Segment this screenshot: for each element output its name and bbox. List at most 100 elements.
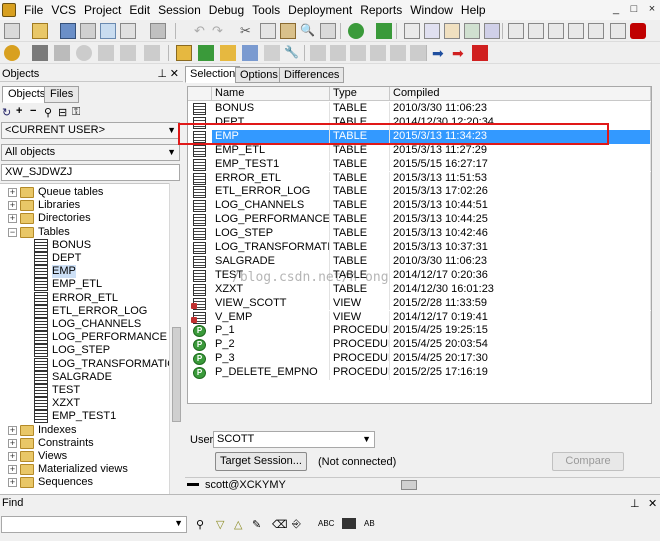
tree-table-item[interactable]: EMP_ETL	[0, 278, 169, 292]
tree-table-item[interactable]: EMP_TEST1	[0, 410, 169, 424]
connection-input[interactable]: XW_SJDWZJ	[1, 164, 180, 181]
user-filter-select[interactable]: <CURRENT USER> ▼	[1, 122, 180, 139]
redo-icon[interactable]: ↷	[212, 23, 228, 39]
key-icon[interactable]	[4, 45, 20, 61]
close-icon[interactable]: ×	[645, 3, 659, 16]
table-row[interactable]: VIEW_SCOTT VIEW 2015/2/28 11:33:59	[188, 296, 651, 311]
column-header-type[interactable]: Type	[330, 87, 390, 101]
table-row[interactable]: LOG_CHANNELS TABLE 2015/3/13 10:44:51	[188, 199, 651, 214]
replace-icon[interactable]	[320, 23, 336, 39]
arrow-right-blue-icon[interactable]: ➡	[432, 45, 448, 61]
wrench-icon[interactable]: 🔧	[284, 45, 300, 61]
pin-icon[interactable]: ⊥	[157, 66, 167, 82]
table-row[interactable]: ETL_ERROR_LOG TABLE 2015/3/13 17:02:26	[188, 185, 651, 200]
object-filter-select[interactable]: All objects ▼	[1, 144, 180, 161]
tile-vertical-icon[interactable]	[568, 23, 584, 39]
tree-folder[interactable]: + Indexes	[0, 424, 169, 437]
tree-table-item[interactable]: EMP	[0, 265, 169, 279]
object-grid[interactable]: Name Type Compiled BONUS TABLE 2010/3/30 1…	[187, 86, 652, 404]
table-row[interactable]: EMP TABLE 2015/3/13 11:34:23	[188, 129, 651, 144]
fetch-icon[interactable]	[76, 45, 92, 61]
table-row[interactable]: V_EMP VIEW 2014/12/17 0:19:41	[188, 310, 651, 325]
find-icon[interactable]: 🔍	[300, 23, 316, 39]
user-select[interactable]: SCOTT ▼	[213, 431, 375, 448]
save-icon[interactable]	[60, 23, 76, 39]
undo-icon[interactable]: ↶	[194, 23, 210, 39]
table-row[interactable]: EMP_ETL TABLE 2015/3/13 11:27:29	[188, 143, 651, 158]
tab-selection[interactable]: Selection	[185, 66, 241, 83]
quoted-option[interactable]: AB	[364, 519, 375, 528]
table-row[interactable]: ERROR_ETL TABLE 2015/3/13 11:51:53	[188, 171, 651, 186]
table-row[interactable]: P P_DELETE_EMPNOPROCEDURE2015/2/25 17:16:…	[188, 366, 651, 380]
menu-session[interactable]: Session	[154, 3, 205, 17]
tree-folder[interactable]: − Tables	[0, 226, 169, 239]
target-session-button[interactable]: Target Session...	[215, 452, 307, 471]
page-setup-icon[interactable]	[120, 23, 136, 39]
tree-table-item[interactable]: LOG_PERFORMANCE	[0, 331, 169, 345]
column-header-compiled[interactable]: Compiled	[390, 87, 651, 101]
table-row[interactable]: TEST TABLE 2014/12/17 0:20:36	[188, 268, 651, 283]
highlight-icon[interactable]: ✎	[252, 518, 261, 531]
bookmark-prev-icon[interactable]	[350, 45, 366, 61]
compare-icon[interactable]	[242, 45, 258, 61]
cascade-icon[interactable]	[528, 23, 544, 39]
open-icon[interactable]	[32, 23, 48, 39]
cut-icon[interactable]: ✂	[240, 23, 256, 39]
menu-window[interactable]: Window	[406, 3, 457, 17]
table-row[interactable]: BONUS TABLE 2010/3/30 11:06:23	[188, 102, 651, 116]
column-header-name[interactable]: Name	[212, 87, 330, 101]
restore-icon[interactable]: □	[627, 3, 641, 16]
menu-reports[interactable]: Reports	[356, 3, 406, 17]
execute-icon[interactable]	[32, 45, 48, 61]
edit-object-icon[interactable]	[404, 23, 420, 39]
tile-icon[interactable]	[548, 23, 564, 39]
tree-folder[interactable]: + Views	[0, 450, 169, 463]
find-prev-icon[interactable]: △	[234, 518, 242, 531]
explain-icon[interactable]	[484, 23, 500, 39]
query-icon[interactable]	[464, 23, 480, 39]
expand-icon[interactable]: +	[8, 188, 17, 197]
grid-scrollbar[interactable]	[652, 86, 660, 404]
tree-folder[interactable]: + Libraries	[0, 199, 169, 212]
binoculars-icon[interactable]: ⚲	[44, 106, 52, 119]
expand-icon[interactable]: +	[8, 214, 17, 224]
session-icon[interactable]	[176, 45, 192, 61]
scroll-thumb[interactable]	[172, 327, 181, 422]
table-row[interactable]: P P_1PROCEDURE2015/4/25 19:25:15	[188, 324, 651, 339]
table-row[interactable]: EMP_TEST1 TABLE 2015/5/15 16:27:17	[188, 157, 651, 172]
help-icon[interactable]	[610, 23, 626, 39]
table-row[interactable]: XZXT TABLE 2014/12/30 16:01:23	[188, 282, 651, 297]
tree-table-item[interactable]: LOG_CHANNELS	[0, 318, 169, 331]
tree-table-item[interactable]: ETL_ERROR_LOG	[0, 304, 169, 318]
menu-vcs[interactable]: VCS	[47, 3, 80, 17]
close-file-icon[interactable]	[150, 23, 166, 39]
bookmark-next-icon[interactable]	[330, 45, 346, 61]
go-forward-icon[interactable]	[376, 23, 392, 39]
menu-deployment[interactable]: Deployment	[284, 3, 356, 17]
tree-table-item[interactable]: LOG_STEP	[0, 344, 169, 358]
expand-icon[interactable]: +	[8, 452, 17, 461]
print-preview-icon[interactable]	[100, 23, 116, 39]
window-list-icon[interactable]	[508, 23, 524, 39]
tab-differences[interactable]: Differences	[279, 67, 345, 83]
refresh-icon[interactable]: ↻	[2, 106, 11, 119]
expand-icon[interactable]: +	[8, 438, 17, 448]
tree-folder[interactable]: + Materialized views	[0, 463, 169, 476]
tree-table-item[interactable]: SALGRADE	[0, 370, 169, 384]
sort-icon[interactable]: ⚿	[72, 106, 80, 119]
table-row[interactable]: P P_2PROCEDURE2015/4/25 20:03:54	[188, 338, 651, 353]
tree-table-item[interactable]: BONUS	[0, 238, 169, 252]
regex-icon[interactable]	[342, 518, 356, 529]
menu-tools[interactable]: Tools	[248, 3, 284, 17]
describe-icon[interactable]	[424, 23, 440, 39]
menu-help[interactable]: Help	[457, 3, 490, 17]
tab-files[interactable]: Files	[44, 86, 80, 103]
unindent-icon[interactable]	[410, 45, 426, 61]
table-row[interactable]: LOG_STEP TABLE 2015/3/13 10:42:46	[188, 227, 651, 241]
break-icon[interactable]	[54, 45, 70, 61]
rollback-icon[interactable]	[120, 45, 136, 61]
tree-table-item[interactable]: DEPT	[0, 252, 169, 265]
explain-plan-icon[interactable]	[144, 45, 160, 61]
collapse-icon[interactable]: −	[8, 227, 17, 237]
tree-table-item[interactable]: TEST	[0, 384, 169, 397]
